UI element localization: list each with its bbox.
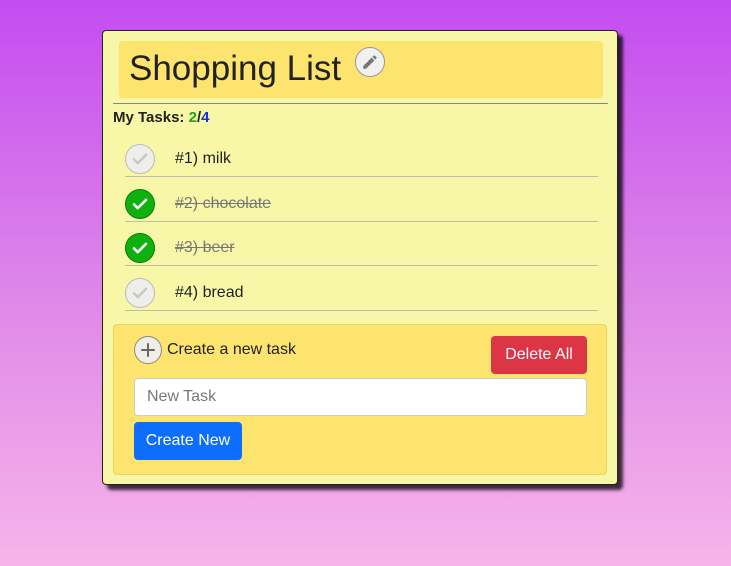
title-bar: Shopping List [119,41,603,98]
task-label[interactable]: #3) beer [175,239,235,257]
divider [113,103,608,104]
task-checkbox[interactable] [125,278,155,308]
create-task-label: Create a new task [167,341,296,358]
shopping-list-card: Shopping List My Tasks: 2/4 #1) milk #2)… [102,30,618,485]
check-icon [132,287,148,299]
task-label[interactable]: #2) chocolate [175,195,271,213]
list-title: Shopping List [129,49,342,88]
task-counter: My Tasks: 2/4 [113,109,209,126]
pencil-icon [363,55,377,69]
task-item: #3) beer [125,233,598,266]
task-label[interactable]: #1) milk [175,150,231,168]
add-task-toggle[interactable] [134,336,162,364]
total-count: 4 [201,109,210,126]
new-task-input[interactable] [134,378,587,416]
done-count: 2 [188,109,197,126]
task-checkbox[interactable] [125,189,155,219]
edit-title-button[interactable] [355,47,385,77]
task-checkbox[interactable] [125,144,155,174]
check-icon [132,153,148,165]
new-task-panel: Create a new task Delete All Create New [113,324,607,475]
plus-icon [141,343,155,357]
task-item: #4) bread [125,278,598,311]
task-item: #2) chocolate [125,189,598,222]
delete-all-button[interactable]: Delete All [491,336,587,374]
create-new-button[interactable]: Create New [134,422,242,460]
task-item: #1) milk [125,144,598,177]
task-label[interactable]: #4) bread [175,284,244,302]
task-checkbox[interactable] [125,233,155,263]
counter-label: My Tasks: [113,109,185,126]
check-icon [132,242,148,254]
check-icon [132,198,148,210]
